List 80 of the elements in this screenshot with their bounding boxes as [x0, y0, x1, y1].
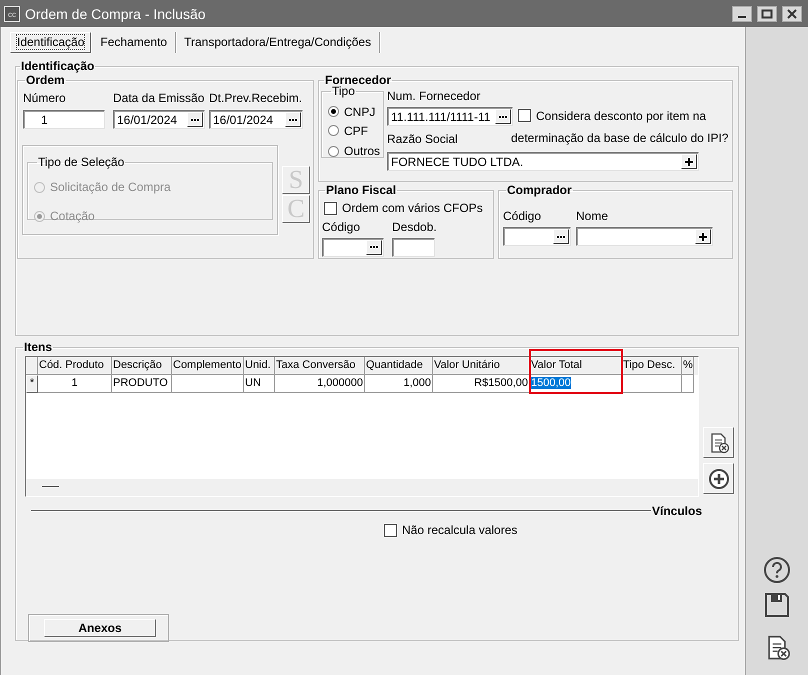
table-cell: UN	[244, 375, 275, 393]
group-title: Plano Fiscal	[325, 184, 398, 197]
delete-row-button[interactable]	[703, 427, 734, 458]
window-title: Ordem de Compra - Inclusão	[25, 6, 207, 22]
lookup-button[interactable]	[553, 229, 569, 244]
add-row-button[interactable]	[703, 463, 734, 494]
lookup-button[interactable]	[187, 112, 203, 127]
column-header[interactable]: Valor Unitário	[433, 357, 530, 375]
group-title: Tipo de Seleção	[37, 156, 126, 169]
minimize-icon	[738, 16, 746, 18]
column-header[interactable]: Valor Total	[530, 357, 622, 375]
input-field[interactable]	[392, 238, 435, 256]
table-cell: 1,000	[365, 375, 433, 393]
group-title: Itens	[23, 341, 54, 354]
field-label: Código	[503, 210, 542, 223]
add-button[interactable]	[695, 229, 711, 244]
group-title: Fornecedor	[324, 74, 392, 87]
input-field[interactable]: 16/01/2024	[209, 110, 303, 129]
plus-icon	[696, 230, 710, 243]
column-header[interactable]: Complemento	[172, 357, 244, 375]
save-icon[interactable]	[763, 591, 791, 619]
group-title: Identificação	[20, 60, 96, 73]
plus-icon	[682, 155, 696, 168]
input-field[interactable]	[503, 227, 571, 246]
column-header[interactable]: Descrição	[112, 357, 172, 375]
column-header[interactable]: Taxa Conversão	[275, 357, 365, 375]
column-header[interactable]: Quantidade	[365, 357, 433, 375]
checkbox[interactable]	[518, 109, 531, 122]
group-title: Tipo	[332, 85, 355, 98]
maximize-icon	[761, 8, 773, 18]
checkbox-option[interactable]: Considera desconto por item na determinação da base de cálculo do IPI?	[511, 105, 729, 149]
input-field[interactable]: 1	[23, 110, 105, 129]
column-header[interactable]: %	[682, 357, 694, 375]
tab[interactable]: Identificação	[10, 32, 92, 53]
field-label: Desdob.	[392, 220, 437, 234]
input-field[interactable]: 16/01/2024	[113, 110, 205, 129]
table-cell: PRODUTO	[112, 375, 172, 393]
app-icon: cc	[4, 6, 20, 22]
radio-option[interactable]: CPF	[328, 124, 368, 138]
table-cell: R$1500,00	[433, 375, 530, 393]
field-label: Dt.Prev.Recebim.	[209, 92, 303, 105]
column-header[interactable]: Cód. Produto	[38, 357, 112, 375]
close-icon	[786, 8, 798, 18]
checkbox[interactable]	[384, 524, 397, 536]
maximize-button[interactable]	[757, 6, 777, 22]
table-cell: 1,000000	[275, 375, 365, 393]
plus-circle-icon	[708, 468, 730, 490]
minimize-button[interactable]	[732, 6, 752, 22]
radio-option[interactable]: Outros	[328, 144, 380, 158]
table-cell: 1	[38, 375, 112, 393]
selected-text: 1500,00	[531, 377, 571, 389]
group-title: Comprador	[506, 184, 573, 197]
add-button[interactable]	[681, 154, 697, 169]
field-label: Num. Fornecedor	[387, 90, 482, 103]
input-field[interactable]	[322, 238, 384, 256]
column-header[interactable]: Tipo Desc.	[622, 357, 682, 375]
section-title: Vínculos	[652, 504, 702, 518]
lookup-button[interactable]	[285, 112, 301, 127]
checkbox[interactable]	[324, 202, 337, 214]
field-label: Nome	[576, 210, 610, 223]
field-label: Data da Emissão	[113, 92, 205, 105]
close-button[interactable]	[782, 6, 802, 22]
tab[interactable]: Transportadora/Entrega/Condições	[176, 32, 380, 53]
input-field[interactable]: FORNECE TUDO LTDA.	[387, 152, 699, 171]
row-marker[interactable]: *	[26, 375, 38, 393]
checkbox-option[interactable]: Ordem com vários CFOPs	[324, 201, 483, 215]
help-icon[interactable]	[763, 556, 791, 584]
input-field[interactable]: 11.111.111/1111-11	[387, 107, 513, 126]
radio-option[interactable]: CNPJ	[328, 104, 376, 118]
lookup-button[interactable]	[366, 240, 382, 254]
field-label: Código	[322, 220, 362, 234]
field-label: Razão Social	[387, 132, 459, 148]
group-title: Ordem	[25, 74, 66, 87]
column-header[interactable]: Unid.	[244, 357, 275, 375]
lookup-button[interactable]	[495, 109, 511, 124]
attachments-button[interactable]: Anexos	[44, 618, 156, 636]
input-field[interactable]	[576, 227, 713, 246]
tab[interactable]: Fechamento	[92, 32, 176, 53]
checkbox-option[interactable]: Não recalcula valores	[384, 523, 518, 537]
field-label: Número	[23, 92, 67, 105]
